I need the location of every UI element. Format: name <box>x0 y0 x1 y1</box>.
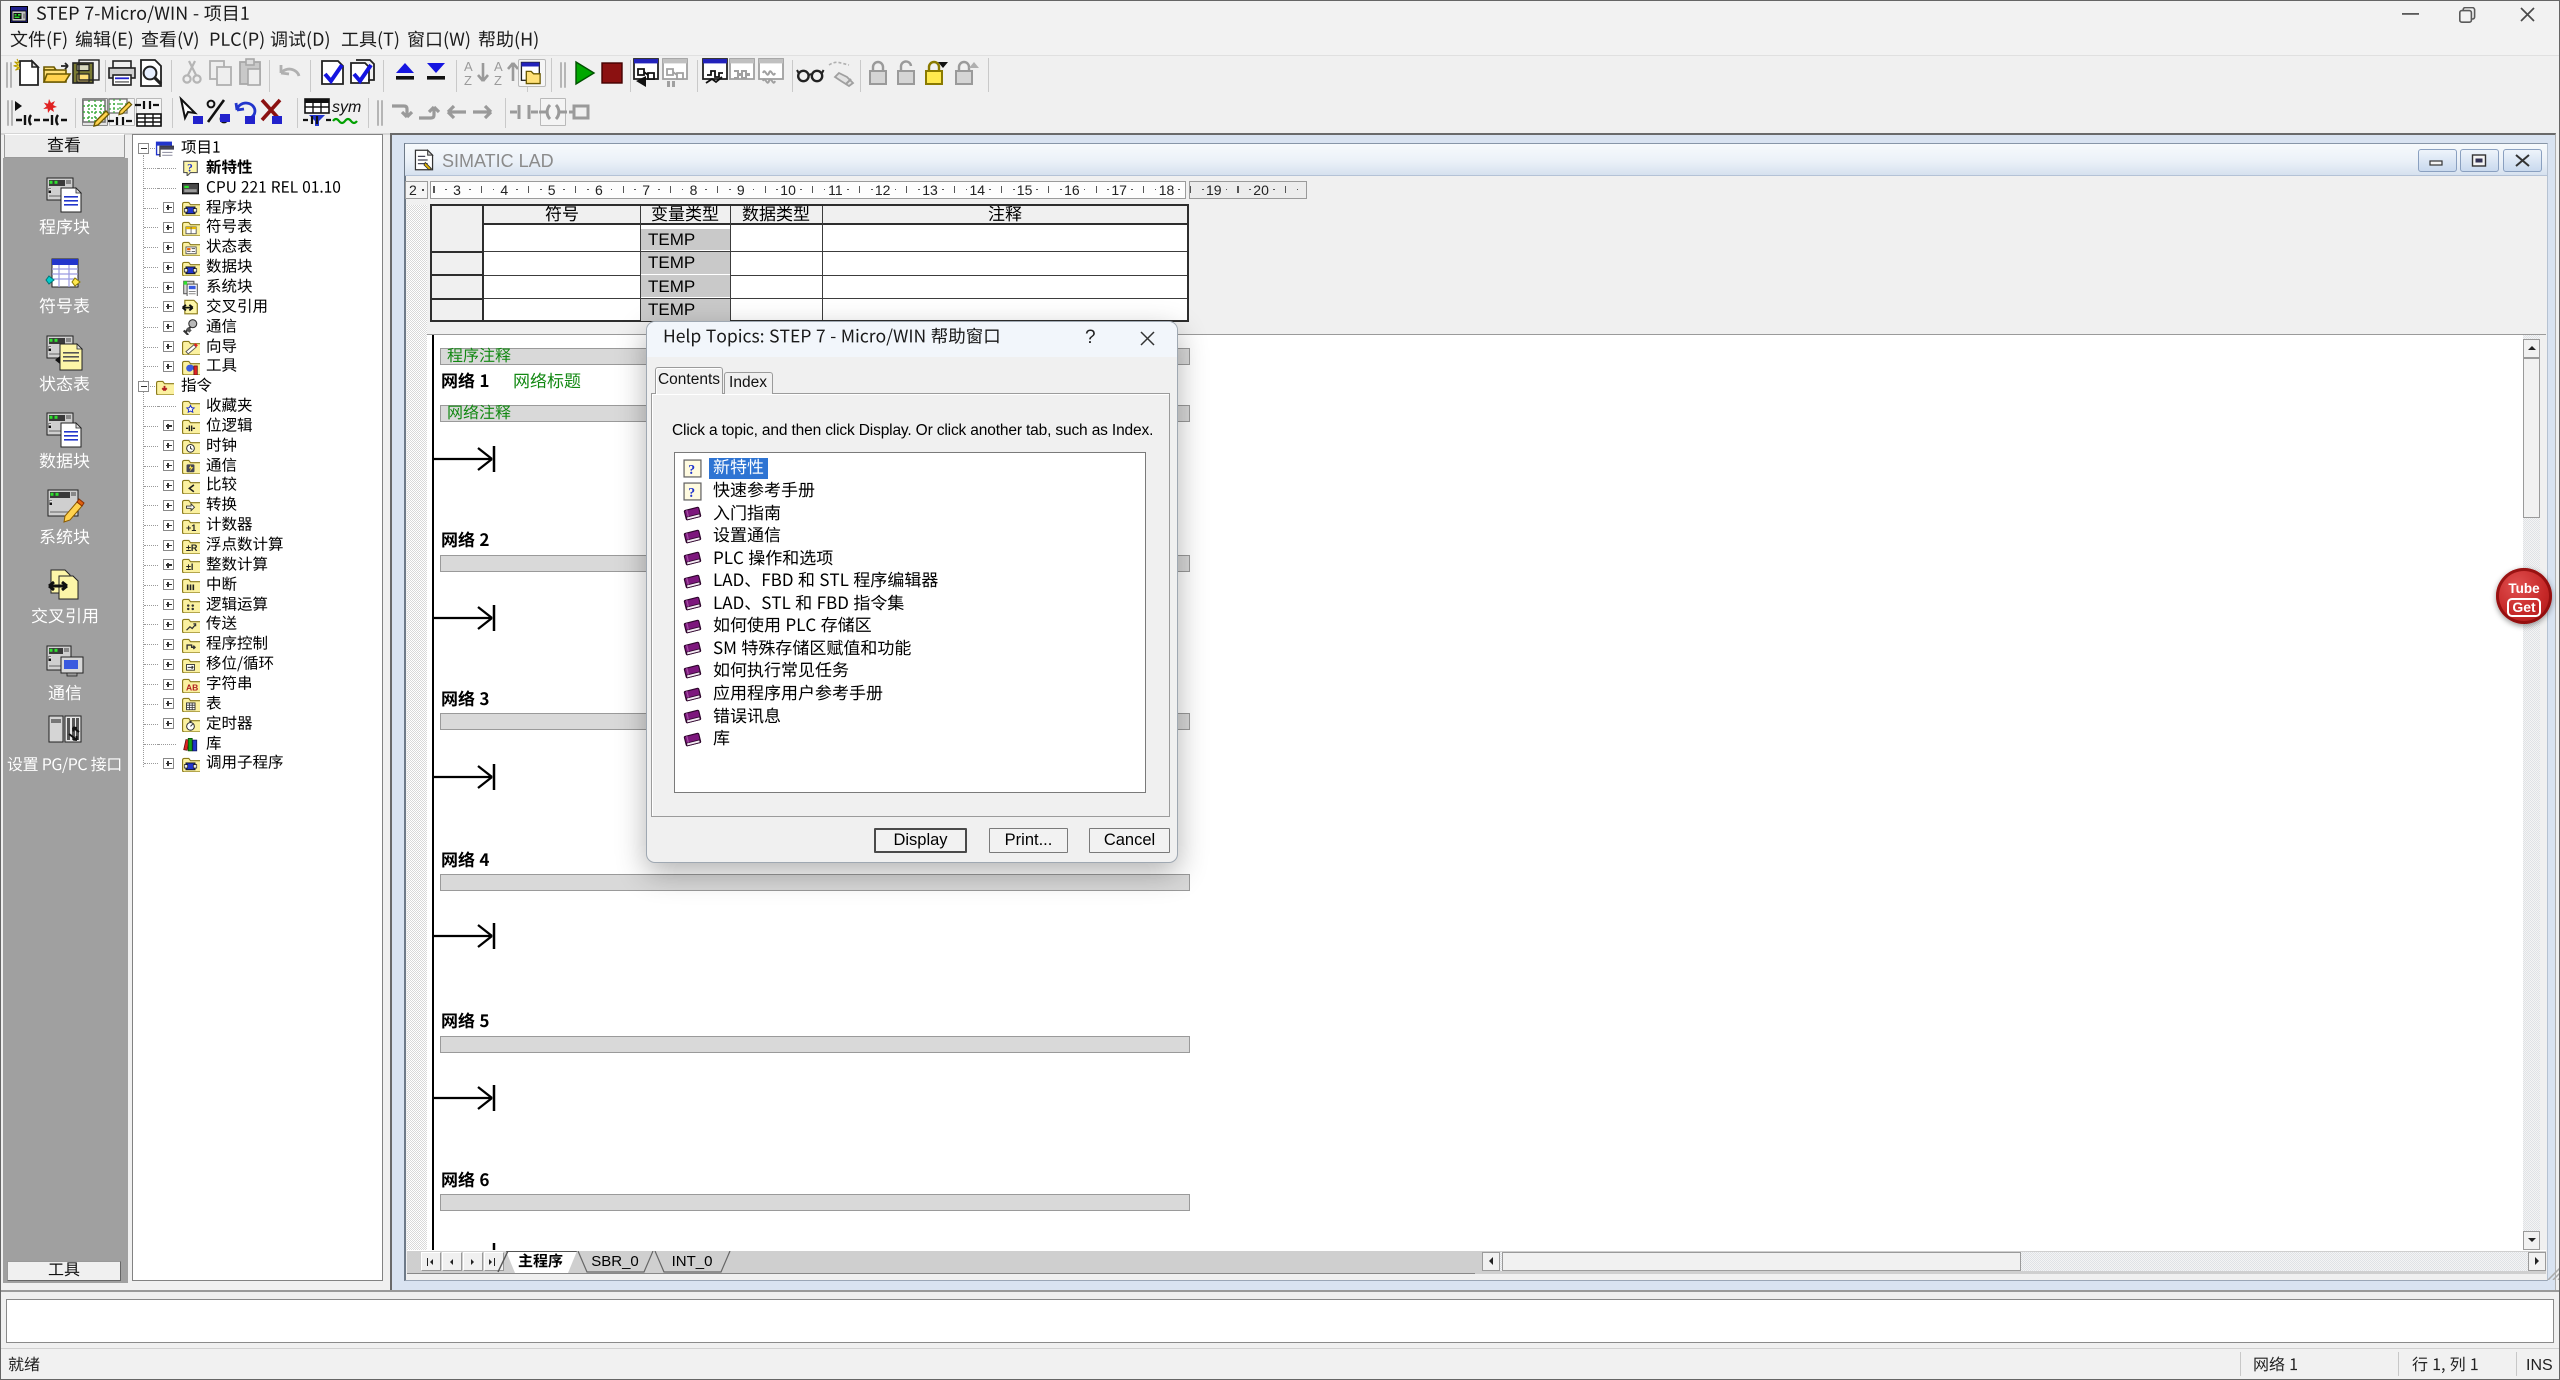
svg-text:±I: ±I <box>186 563 193 573</box>
svg-text:?: ? <box>688 484 695 499</box>
svg-text:A: A <box>494 59 503 74</box>
svg-text:+1: +1 <box>186 523 196 533</box>
svg-text:A: A <box>464 59 473 74</box>
svg-text:?: ? <box>688 462 695 477</box>
svg-text:AB: AB <box>186 682 198 692</box>
svg-text:Z: Z <box>464 73 472 88</box>
svg-text:±R: ±R <box>186 543 198 553</box>
svg-text:Z: Z <box>494 73 502 88</box>
svg-text:?: ? <box>187 163 193 175</box>
svg-text:sym: sym <box>332 99 361 116</box>
